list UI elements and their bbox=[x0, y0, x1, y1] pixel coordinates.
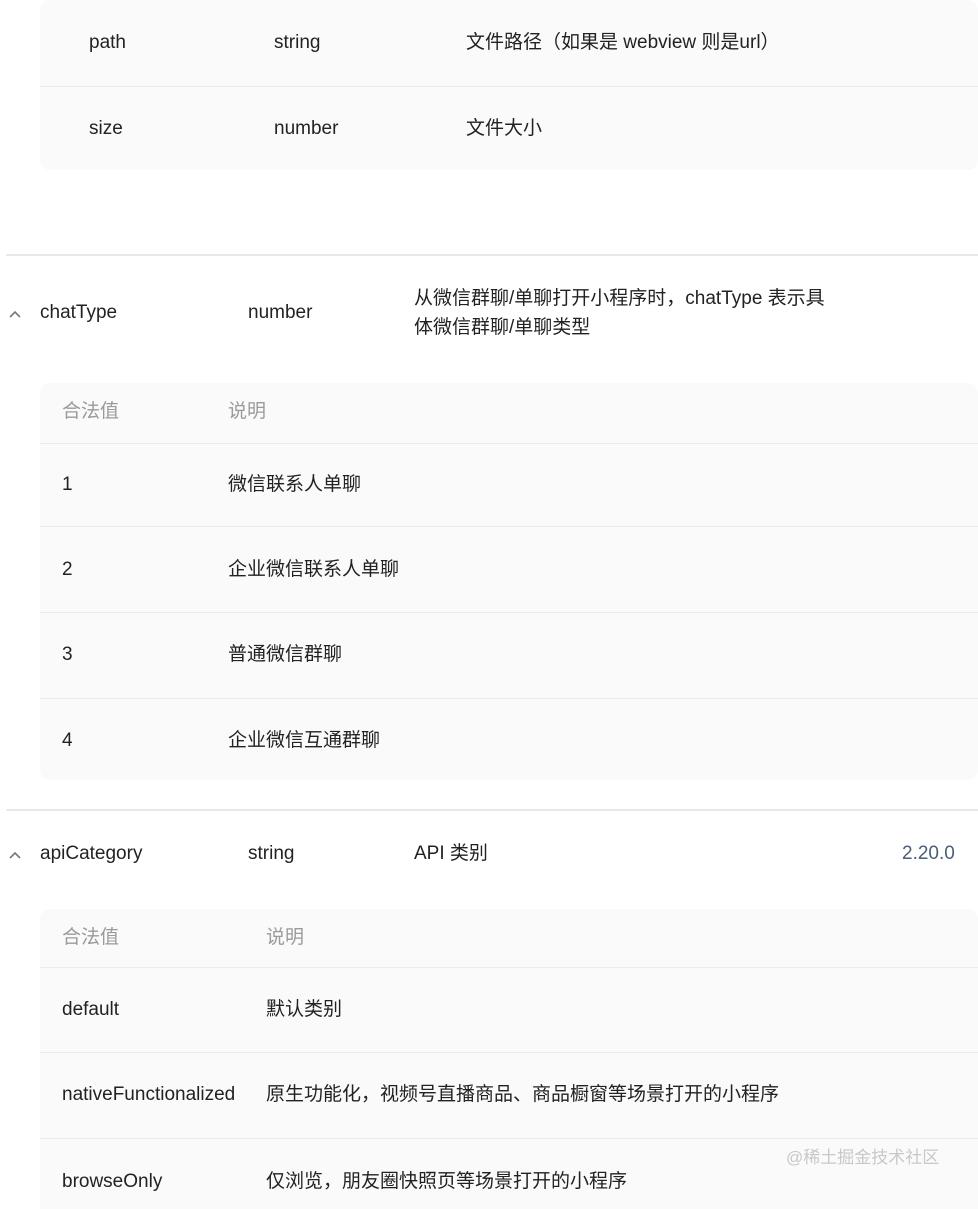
section-divider bbox=[6, 254, 978, 256]
value-description: 原生功能化，视频号直播商品、商品橱窗等场景打开的小程序 bbox=[266, 1084, 780, 1105]
value-description: 企业微信联系人单聊 bbox=[228, 559, 400, 580]
legal-value: 1 bbox=[62, 474, 73, 495]
chevron-up-icon[interactable] bbox=[7, 306, 23, 322]
section-divider bbox=[6, 809, 978, 811]
table-row: size number 文件大小 bbox=[40, 87, 978, 170]
table-header: 合法值 说明 bbox=[40, 383, 978, 443]
param-description: 从微信群聊/单聊打开小程序时，chatType 表示具 体微信群聊/单聊类型 bbox=[414, 284, 854, 342]
table-row: 1 微信联系人单聊 bbox=[40, 444, 978, 526]
param-description-line: 从微信群聊/单聊打开小程序时，chatType 表示具 bbox=[414, 288, 825, 309]
legal-value: default bbox=[62, 999, 120, 1020]
value-description: 企业微信互通群聊 bbox=[228, 730, 381, 751]
watermark: @稀土掘金技术社区 bbox=[786, 1148, 940, 1167]
value-description: 普通微信群聊 bbox=[228, 644, 343, 665]
property-name: size bbox=[89, 118, 123, 139]
legal-value: 3 bbox=[62, 644, 73, 665]
column-header-description: 说明 bbox=[266, 927, 305, 948]
min-version: 2.20.0 bbox=[902, 843, 955, 864]
param-name: apiCategory bbox=[40, 843, 143, 864]
param-type: number bbox=[248, 302, 313, 323]
chevron-up-icon[interactable] bbox=[7, 847, 23, 863]
param-description: API 类别 bbox=[414, 843, 488, 864]
legal-value: nativeFunctionalized bbox=[62, 1084, 236, 1105]
property-name: path bbox=[89, 32, 126, 53]
table-row: nativeFunctionalized 原生功能化，视频号直播商品、商品橱窗等… bbox=[40, 1053, 978, 1138]
table-row: path string 文件路径（如果是 webview 则是url） bbox=[40, 0, 978, 86]
column-header-description: 说明 bbox=[228, 401, 267, 422]
property-type: string bbox=[274, 32, 321, 53]
table-row: default 默认类别 bbox=[40, 968, 978, 1052]
chattype-values-table: 合法值 说明 1 微信联系人单聊 2 企业微信联系人单聊 3 普通微信群聊 4 … bbox=[40, 383, 978, 780]
value-description: 仅浏览，朋友圈快照页等场景打开的小程序 bbox=[266, 1171, 628, 1192]
table-row: 2 企业微信联系人单聊 bbox=[40, 527, 978, 612]
param-name: chatType bbox=[40, 302, 118, 323]
table-header: 合法值 说明 bbox=[40, 909, 978, 967]
property-type: number bbox=[274, 118, 339, 139]
property-description: 文件路径（如果是 webview 则是url） bbox=[466, 32, 780, 53]
table-row: 3 普通微信群聊 bbox=[40, 613, 978, 698]
table-row: 4 企业微信互通群聊 bbox=[40, 699, 978, 780]
file-properties-table: path string 文件路径（如果是 webview 则是url） size… bbox=[40, 0, 978, 170]
legal-value: browseOnly bbox=[62, 1171, 163, 1192]
value-description: 微信联系人单聊 bbox=[228, 474, 362, 495]
legal-value: 4 bbox=[62, 730, 73, 751]
param-type: string bbox=[248, 843, 295, 864]
value-description: 默认类别 bbox=[266, 999, 343, 1020]
legal-value: 2 bbox=[62, 559, 73, 580]
param-description-line: 体微信群聊/单聊类型 bbox=[414, 317, 591, 338]
property-description: 文件大小 bbox=[466, 118, 543, 139]
column-header-value: 合法值 bbox=[62, 401, 120, 422]
column-header-value: 合法值 bbox=[62, 927, 120, 948]
